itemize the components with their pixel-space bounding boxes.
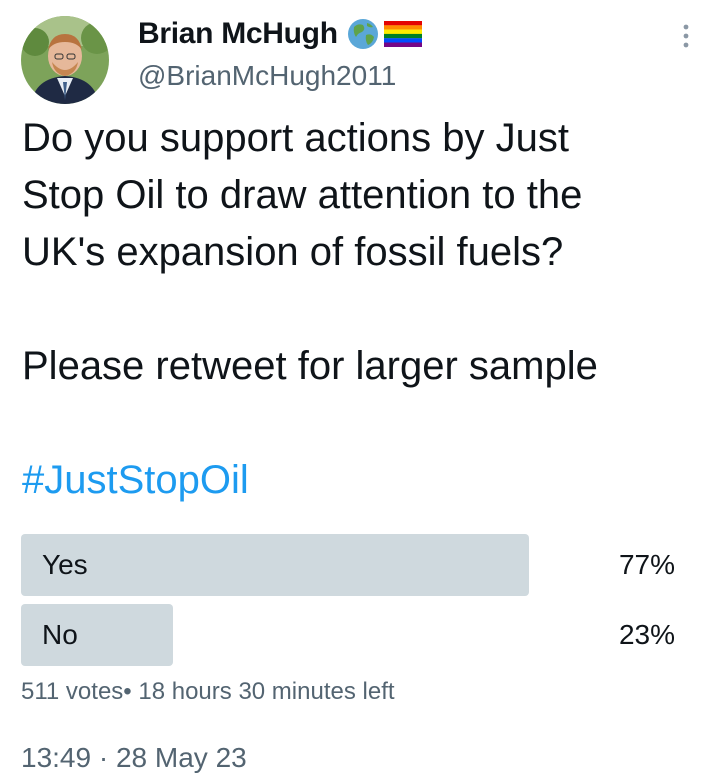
poll-meta: 511 votes• 18 hours 30 minutes left (21, 678, 395, 706)
avatar[interactable] (21, 16, 109, 104)
author-name-row: Brian McHugh (138, 14, 422, 54)
hashtag-link[interactable]: #JustStopOil (22, 458, 249, 502)
tweet-text-line: Do you support actions by Just (22, 116, 569, 160)
more-options-button[interactable] (674, 22, 698, 50)
poll: Yes 77% No 23% (21, 534, 681, 674)
poll-option-no: No 23% (21, 604, 681, 666)
tweet-text-line: Stop Oil to draw attention to the (22, 173, 583, 217)
globe-icon (346, 17, 380, 51)
tweet-date: 28 May 23 (115, 742, 247, 773)
more-vertical-icon (683, 24, 689, 48)
tweet: Brian McHugh @BrianMcHugh2011 Do you sup… (0, 0, 720, 778)
hashtag-line: #JustStopOil (22, 452, 702, 509)
poll-option-percent: 77% (618, 549, 675, 580)
tweet-timestamp[interactable]: 13:49 · 28 May 23 (21, 742, 247, 774)
poll-vote-count: 511 votes (21, 678, 124, 705)
tweet-time: 13:49 (21, 742, 92, 773)
tweet-text: Do you support actions by Just Stop Oil … (22, 110, 702, 509)
poll-option-label: No (42, 619, 78, 650)
poll-time-left: 18 hours 30 minutes left (138, 678, 395, 705)
poll-option-percent: 23% (618, 619, 675, 650)
poll-separator: • (123, 678, 132, 705)
author-handle[interactable]: @BrianMcHugh2011 (138, 60, 396, 92)
rainbow-flag-icon (383, 21, 422, 47)
poll-bar-yes (21, 534, 529, 596)
tweet-text-line: UK's expansion of fossil fuels? (22, 230, 564, 274)
poll-option-yes: Yes 77% (21, 534, 681, 596)
timestamp-separator: · (98, 742, 109, 773)
profile-photo-icon (21, 16, 109, 104)
author-display-name[interactable]: Brian McHugh (138, 17, 338, 51)
poll-option-label: Yes (42, 549, 88, 580)
tweet-text-line: Please retweet for larger sample (22, 344, 598, 388)
